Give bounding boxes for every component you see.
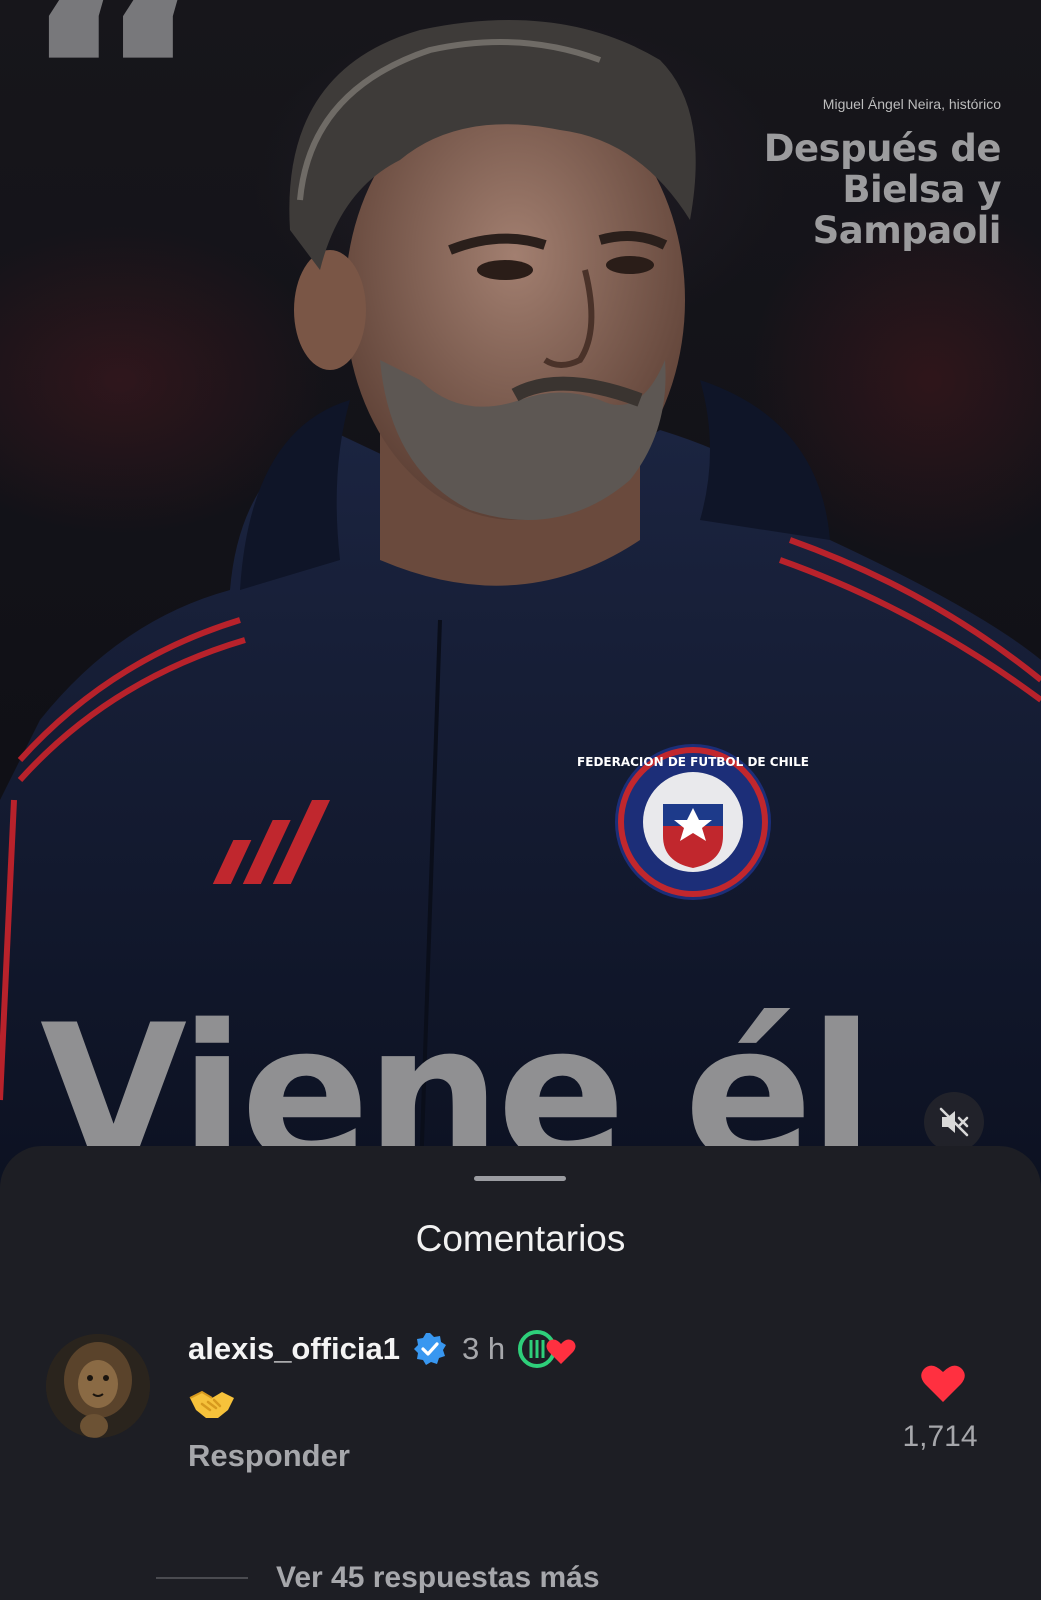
comment-item: alexis_officia1 3 h Responder 1,714 Ver … [0,1326,1041,1594]
sheet-title: Comentarios [415,1218,626,1259]
reply-button[interactable]: Responder [188,1438,350,1474]
post-media[interactable]: “ FEDERACION DE FUTBOL DE CHILE Miguel Á… [0,0,1041,1200]
speaker-muted-icon [939,1107,969,1137]
replies-divider [156,1577,248,1579]
badge-text: FEDERACION DE FUTBOL DE CHILE [577,755,809,769]
verified-icon [413,1333,446,1365]
mute-button[interactable] [924,1092,984,1152]
view-replies-row[interactable]: Ver 45 respuestas más [156,1558,600,1598]
lion-avatar-icon [46,1334,150,1438]
like-count: 1,714 [902,1420,978,1453]
quote-attribution: Miguel Ángel Neira, histórico [822,96,1001,112]
drag-handle[interactable] [474,1176,566,1181]
heart-like-icon[interactable] [920,1362,966,1404]
comment-time: 3 h [461,1331,506,1366]
handshake-emoji-icon [189,1390,234,1418]
comment-header: alexis_officia1 3 h [188,1326,581,1372]
heart-logo-badge-icon [518,1330,576,1368]
view-replies-link[interactable]: Ver 45 respuestas más [276,1561,600,1595]
post-headline: Después de Bielsa y Sampaoli [763,127,1002,252]
avatar[interactable] [46,1334,150,1438]
comments-sheet: Comentarios alexis_officia1 3 h Responde… [0,1146,1041,1600]
comment-username[interactable]: alexis_officia1 [188,1331,400,1367]
